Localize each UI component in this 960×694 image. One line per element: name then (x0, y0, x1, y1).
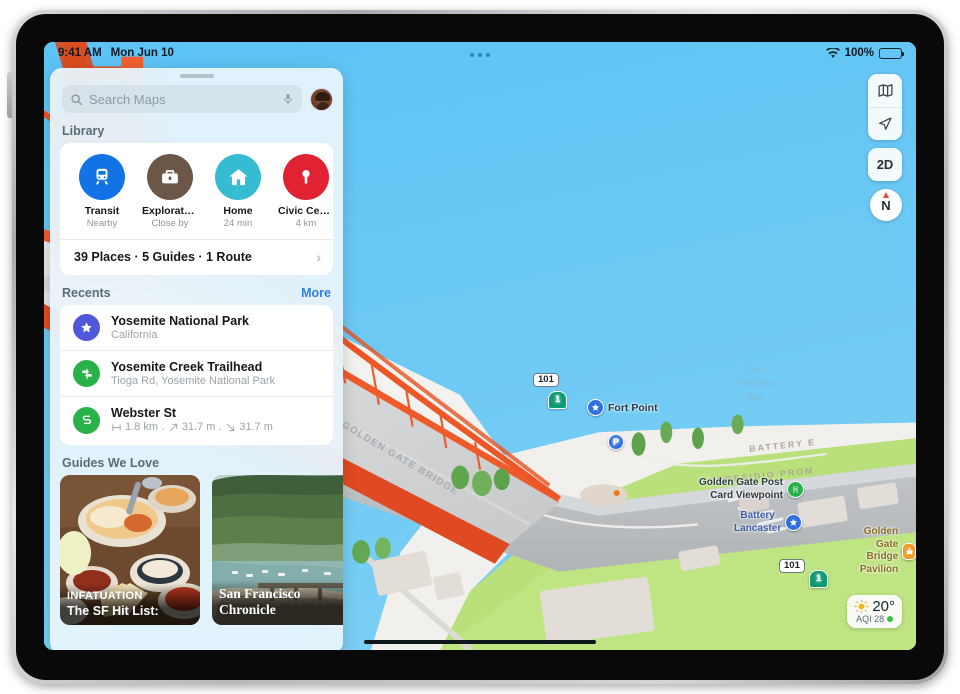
library-item-transit[interactable]: Transit Nearby (74, 154, 130, 229)
guides-list[interactable]: INFATUATION The SF Hit List: San Francis… (50, 474, 343, 625)
multitasking-control[interactable] (470, 53, 490, 57)
device-bezel: GOLDEN GATE BRIDGE BATTERY E PRESIDIO PR… (16, 14, 944, 680)
library-item-sub: 24 min (223, 218, 253, 229)
dimension-toggle-button[interactable]: 2D (868, 148, 902, 181)
library-item-label: Civic Cen... (278, 205, 333, 217)
search-row: Search Maps (50, 78, 343, 113)
search-input[interactable]: Search Maps (62, 85, 302, 113)
list-item-subtitle: California (111, 329, 158, 341)
list-item-metrics: 1.8 km · 31.7 m · 31.7 m (111, 421, 273, 436)
profile-avatar[interactable] (310, 87, 333, 111)
library-item-home[interactable]: Home 24 min (210, 154, 266, 229)
chevron-right-icon: › (316, 249, 321, 265)
map-controls: 2D N (868, 74, 902, 221)
library-item-sub: 4 km (295, 218, 317, 229)
list-item-title: Webster St (111, 406, 177, 420)
pin-icon (283, 154, 329, 200)
library-summary-row[interactable]: 39 Places · 5 Guides · 1 Route › (60, 239, 333, 275)
library-item-sub: Close by (151, 218, 189, 229)
house-icon (215, 154, 261, 200)
status-time: 9:41 AM (58, 47, 102, 59)
guide-card-sf-chronicle[interactable]: San Francisco Chronicle (212, 474, 343, 625)
library-items[interactable]: Transit Nearby Explorato... Close by Hom… (60, 143, 333, 235)
route-icon (73, 407, 100, 435)
guide-card-overlay: INFATUATION The SF Hit List: (60, 583, 200, 625)
multitask-dot (478, 53, 482, 57)
star-icon (73, 314, 100, 341)
recents-more-button[interactable]: More (301, 286, 331, 300)
guide-brand: San Francisco Chronicle (219, 585, 301, 617)
weather-widget[interactable]: 20° AQI 28 (847, 595, 902, 628)
list-item[interactable]: Yosemite National Park California (60, 305, 333, 350)
multitask-dot (486, 53, 490, 57)
battery-percent: 100% (844, 47, 874, 59)
metric-distance: 1.8 km (111, 421, 158, 433)
guide-card-overlay: San Francisco Chronicle (212, 579, 343, 625)
ascent-icon (169, 423, 177, 431)
list-item[interactable]: Yosemite Creek Trailhead Tioga Rd, Yosem… (60, 350, 333, 396)
map-control-group (868, 74, 902, 140)
sun-icon (854, 599, 869, 614)
guides-section-title: Guides We Love (62, 455, 160, 470)
list-item-subtitle: Tioga Rd, Yosemite National Park (111, 375, 276, 387)
library-card: Transit Nearby Explorato... Close by Hom… (60, 143, 333, 275)
multitask-dot (470, 53, 474, 57)
weather-temperature: 20° (872, 598, 895, 615)
device-screen: GOLDEN GATE BRIDGE BATTERY E PRESIDIO PR… (44, 42, 916, 650)
battery-icon (879, 47, 904, 59)
aqi-status-dot (887, 616, 894, 622)
list-item-title: Yosemite National Park (111, 314, 250, 328)
recents-section-title: Recents (62, 286, 111, 300)
compass-label: N (881, 197, 891, 213)
recents-section-header: Recents More (50, 275, 343, 305)
volume-button[interactable] (7, 72, 12, 118)
status-left: 9:41 AM Mon Jun 10 (58, 47, 174, 59)
guide-brand: INFATUATION (67, 589, 143, 602)
home-indicator[interactable] (364, 639, 596, 644)
library-item-exploratorium[interactable]: Explorato... Close by (142, 154, 198, 229)
guide-title: The SF Hit List: (67, 603, 159, 618)
metric-value: 31.7 m (239, 421, 273, 433)
compass-needle-icon (883, 192, 889, 198)
microphone-icon[interactable] (282, 92, 294, 106)
metric-value: 1.8 km (125, 421, 159, 433)
compass-button[interactable]: N (870, 189, 902, 221)
metric-value: 31.7 m (181, 421, 216, 433)
dimension-toggle-group: 2D (868, 148, 902, 181)
library-item-sub: Nearby (86, 218, 118, 229)
ipad-device: GOLDEN GATE BRIDGE BATTERY E PRESIDIO PR… (7, 10, 948, 684)
library-section-title: Library (62, 124, 105, 138)
library-item-label: Home (223, 205, 253, 217)
briefcase-icon (147, 154, 193, 200)
library-item-label: Explorato... (142, 205, 198, 217)
map-type-button[interactable] (868, 74, 902, 107)
metric-descent: 31.7 m (225, 421, 273, 433)
distance-icon (112, 423, 121, 431)
search-placeholder: Search Maps (89, 91, 166, 107)
list-item-title: Yosemite Creek Trailhead (111, 360, 263, 374)
metric-ascent: 31.7 m (168, 421, 216, 433)
library-item-civic-center[interactable]: Civic Cen... 4 km (278, 154, 333, 229)
library-summary-label: 39 Places · 5 Guides · 1 Route (74, 250, 252, 264)
maps-sidebar: Search Maps Library Transit Nearby Explo… (50, 68, 343, 650)
guide-card-infatuation[interactable]: INFATUATION The SF Hit List: (60, 474, 200, 625)
weather-aqi-label: AQI 28 (856, 614, 885, 624)
status-right: 100% (825, 47, 904, 59)
status-date: Mon Jun 10 (110, 47, 174, 59)
locate-me-button[interactable] (868, 107, 902, 140)
trail-signpost-icon (73, 360, 100, 387)
wifi-icon (825, 47, 840, 58)
list-item[interactable]: Webster St 1.8 km · 31.7 m · 31.7 m (60, 396, 333, 445)
train-icon (79, 154, 125, 200)
library-item-label: Transit (84, 205, 120, 217)
recents-card: Yosemite National Park California Yosemi… (60, 305, 333, 445)
search-icon (71, 93, 83, 105)
descent-icon (227, 423, 235, 431)
